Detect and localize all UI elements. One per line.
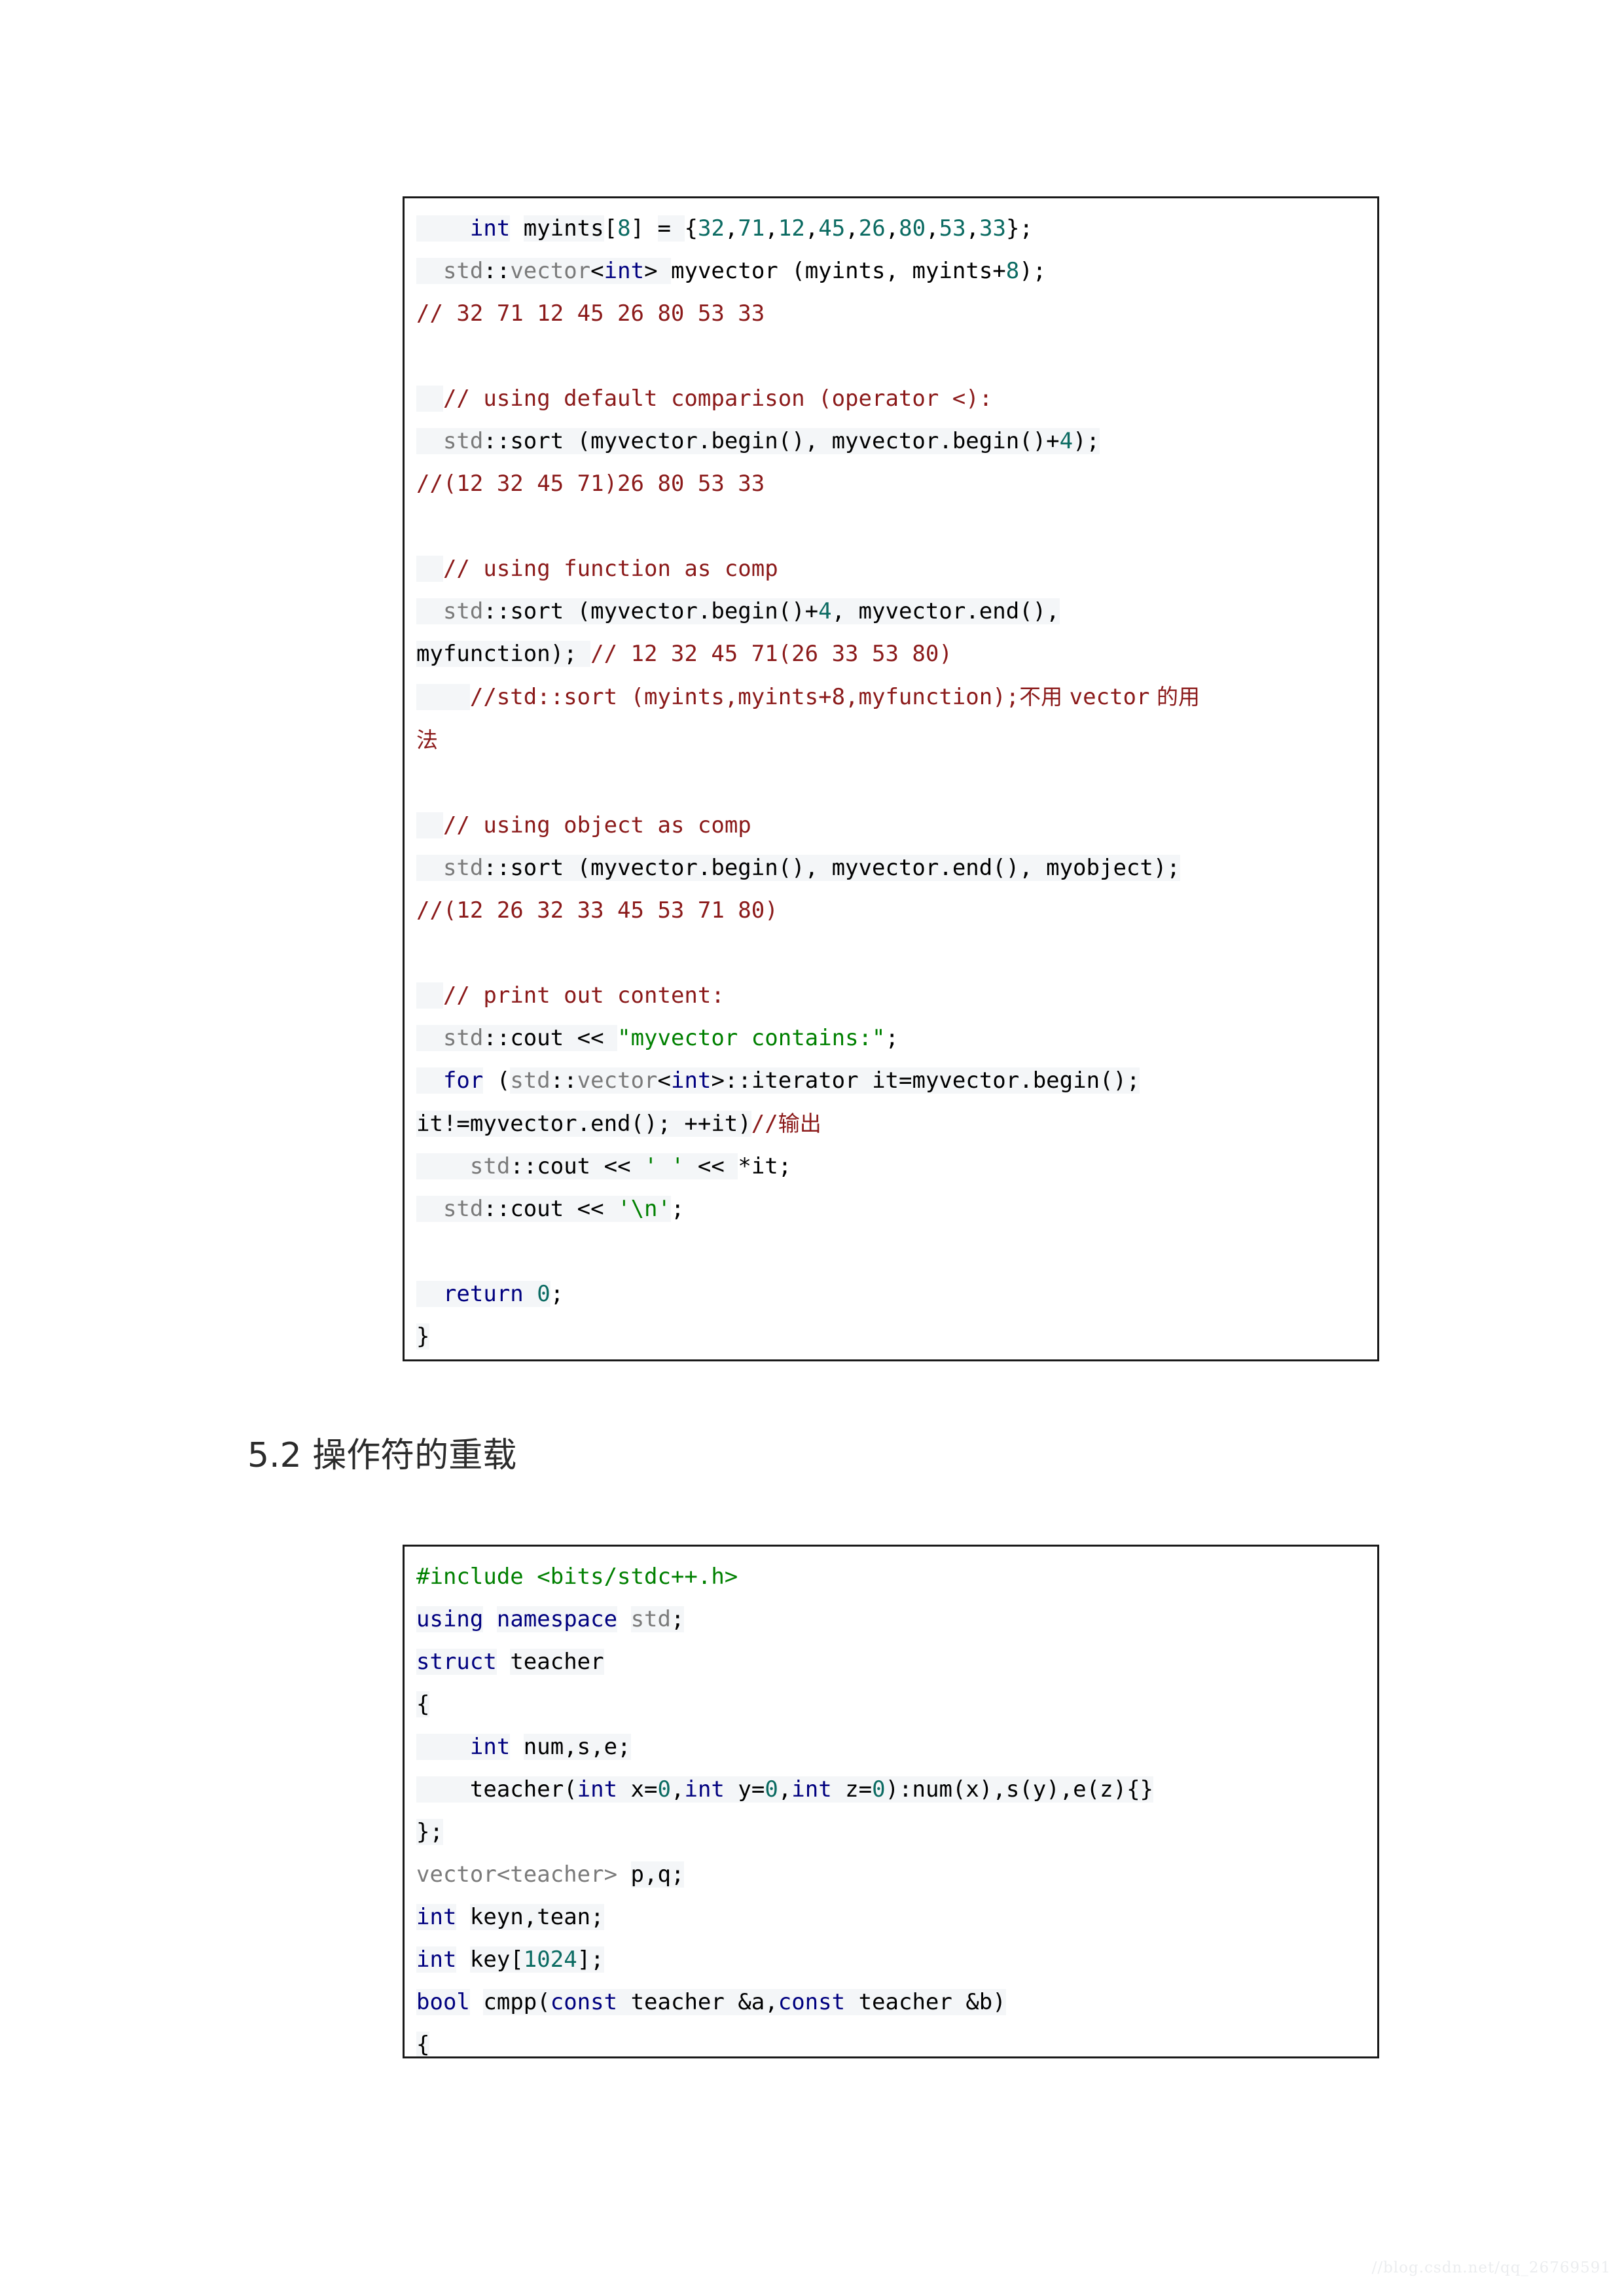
code-line: bool cmpp(const teacher &a,const teacher… (416, 1989, 1006, 2015)
code-line: teacher(int x=0,int y=0,int z=0):num(x),… (416, 1768, 1365, 1811)
code-line: it!=myvector.end(); ++it)//输出 (416, 1111, 821, 1137)
code-line: int keyn,tean; (416, 1904, 604, 1930)
code-line: int key[1024]; (416, 1946, 604, 1973)
code-line: // print out content: (416, 975, 1365, 1017)
code-line: { (416, 2032, 430, 2058)
code-line: #include <bits/stdc++.h> (416, 1564, 738, 1590)
code-line: } (416, 1323, 430, 1350)
code-line: vector<teacher> p,q; (416, 1861, 685, 1888)
code-line: std::sort (myvector.begin(), myvector.en… (416, 847, 1365, 889)
code-line: //std::sort (myints,myints+8,myfunction)… (416, 675, 1365, 719)
code-line: // 32 71 12 45 26 80 53 33 (416, 300, 765, 327)
code-block-sort-example: int myints[8] = {32,71,12,45,26,80,53,33… (403, 196, 1379, 1361)
code-line: struct teacher (416, 1649, 604, 1675)
code-line: for (std::vector<int>::iterator it=myvec… (416, 1060, 1365, 1102)
code-line: }; (416, 1819, 443, 1845)
code-line: // using object as comp (416, 804, 1365, 847)
code-line: int num,s,e; (416, 1726, 1365, 1768)
code-line: { (416, 1691, 430, 1717)
code-line: std::cout << "myvector contains:"; (416, 1017, 1365, 1060)
code-line: std::cout << '\n'; (416, 1188, 1365, 1230)
code-line: // using function as comp (416, 548, 1365, 590)
document-page: int myints[8] = {32,71,12,45,26,80,53,33… (0, 0, 1624, 2296)
code-block-operator-overload: #include <bits/stdc++.h> using namespace… (403, 1545, 1379, 2058)
code-line: std::sort (myvector.begin()+4, myvector.… (416, 590, 1365, 633)
code-line: // using default comparison (operator <)… (416, 378, 1365, 420)
watermark-url: //blog.csdn.net/qq_26769591 (1371, 2259, 1611, 2276)
code-line: std::sort (myvector.begin(), myvector.be… (416, 420, 1365, 463)
code-line: 法 (416, 727, 438, 753)
code-line: using namespace std; (416, 1606, 685, 1632)
code-line: //(12 32 45 71)26 80 53 33 (416, 471, 765, 497)
code-line: //(12 26 32 33 45 53 71 80) (416, 897, 778, 924)
section-heading-5-2: 5.2 操作符的重载 (247, 1436, 517, 1475)
code-line: std::cout << ' ' << *it; (416, 1145, 1365, 1188)
code-line: return 0; (416, 1273, 1365, 1316)
code-line: std::vector<int> myvector (myints, myint… (416, 250, 1365, 293)
code-line: myfunction); // 12 32 45 71(26 33 53 80) (416, 641, 952, 667)
code-line: int myints[8] = {32,71,12,45,26,80,53,33… (416, 207, 1365, 250)
